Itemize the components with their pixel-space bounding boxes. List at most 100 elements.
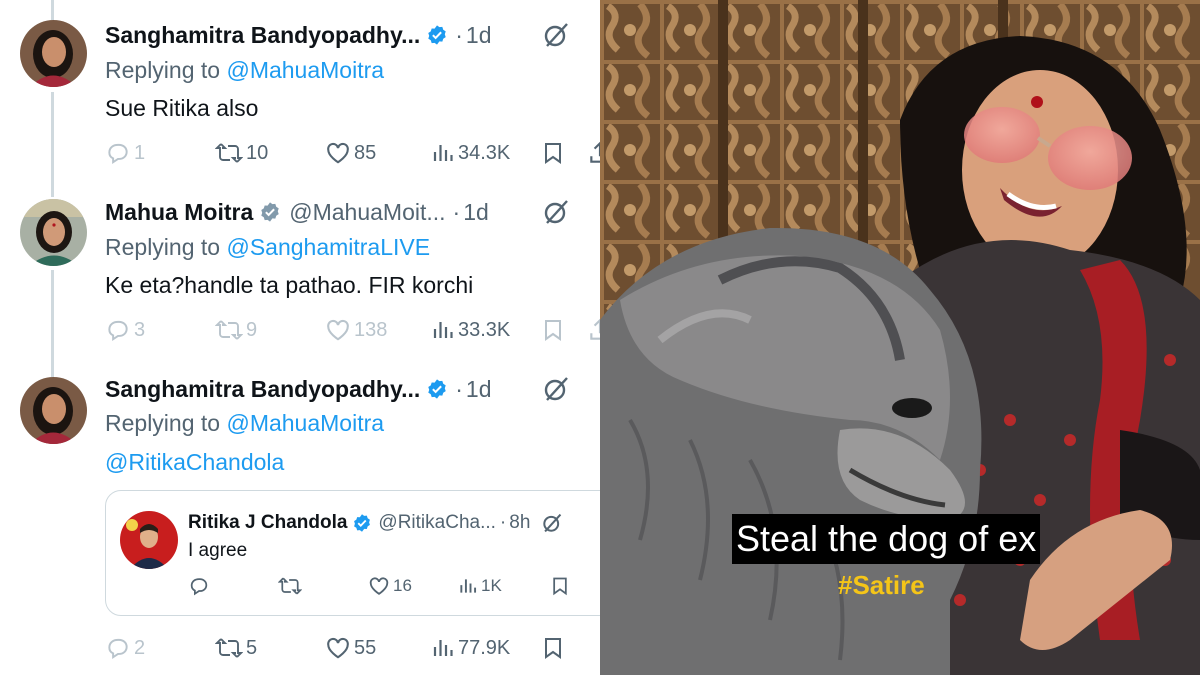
tweet-header: Sanghamitra Bandyopadhy... · 1d [105,374,492,404]
timestamp[interactable]: 1d [466,376,492,403]
repost-button[interactable] [278,573,305,599]
video-caption: Steal the dog of ex [732,514,1041,564]
verified-badge-icon [352,513,372,533]
display-name[interactable]: Mahua Moitra [105,199,253,226]
video-hashtag: #Satire [838,570,925,600]
views-button[interactable]: 77.9K [431,633,510,663]
quoted-tweet-header: Ritika J Chandola @RitikaCha... · 8h [188,511,562,535]
display-name[interactable]: Sanghamitra Bandyopadhy... [105,22,420,49]
like-count: 55 [354,636,377,659]
verified-badge-icon [259,201,281,223]
repost-count: 10 [246,141,269,164]
reply-button[interactable]: 1 [105,138,145,168]
time-separator: · [455,21,463,48]
repost-count: 9 [246,318,258,341]
action-bar: 2 5 55 77.9K [105,633,600,663]
views-icon [433,322,453,338]
bookmark-button[interactable] [541,315,568,345]
view-count: 77.9K [458,636,511,659]
handle[interactable]: @MahuaMoit... [289,199,445,226]
like-count: 16 [393,576,412,595]
repost-button[interactable]: 5 [215,633,257,663]
share-button[interactable] [587,138,600,168]
action-bar: 3 9 138 33.3K [105,315,600,345]
replying-to-mention[interactable]: @MahuaMoitra [226,410,384,436]
tweet-mention-link[interactable]: @RitikaChandola [105,449,284,476]
like-icon [327,142,349,164]
repost-icon [278,577,302,595]
bookmark-button[interactable] [541,633,568,663]
quoted-tweet-text: I agree [188,540,248,561]
thread-connector [51,0,54,20]
repost-button[interactable]: 9 [215,315,257,345]
like-button[interactable]: 138 [325,315,387,345]
views-button[interactable]: 1K [458,573,502,599]
grok-icon[interactable] [543,22,569,48]
reply-icon [108,143,128,165]
view-count: 1K [481,576,502,595]
like-button[interactable]: 85 [325,138,376,168]
quoted-tweet-card[interactable]: Ritika J Chandola @RitikaCha... · 8h I a… [105,490,600,616]
timestamp[interactable]: 1d [463,199,489,226]
like-count: 138 [354,318,388,341]
avatar-image [20,199,87,266]
avatar-image [20,377,87,444]
like-button[interactable]: 55 [325,633,376,663]
timestamp[interactable]: 1d [466,22,492,49]
repost-count: 5 [246,636,258,659]
time-separator: · [455,375,463,402]
repost-button[interactable]: 10 [215,138,268,168]
grok-icon[interactable] [543,199,569,225]
view-count: 34.3K [458,141,511,164]
verified-badge-icon [426,378,448,400]
reply-count: 1 [134,141,146,164]
tweet-header: Mahua Moitra @MahuaMoit... · 1d [105,197,489,227]
like-button[interactable]: 16 [368,573,412,599]
views-icon [460,579,477,593]
reply-icon [108,320,128,342]
avatar[interactable] [120,511,178,569]
like-count: 85 [354,141,377,164]
reply-count: 3 [134,318,146,341]
display-name[interactable]: Sanghamitra Bandyopadhy... [105,376,420,403]
avatar[interactable] [20,20,87,87]
tweet-text: Sue Ritika also [105,95,259,121]
time-separator: · [499,512,507,533]
bookmark-button[interactable] [541,138,568,168]
bookmark-button[interactable] [550,573,573,599]
avatar[interactable] [20,377,87,444]
like-icon [327,319,349,341]
bookmark-icon [545,320,561,341]
grok-icon[interactable] [542,513,562,533]
view-count: 33.3K [458,318,511,341]
avatar-image [120,511,178,569]
display-name[interactable]: Ritika J Chandola [188,512,347,534]
handle[interactable]: @RitikaCha... [378,512,496,534]
tweet-text: Ke eta?handle ta pathao. FIR korchi [105,272,474,298]
tweet[interactable]: Mahua Moitra @MahuaMoit... · 1d Replying… [0,197,600,357]
grok-icon[interactable] [543,376,569,402]
reply-count: 2 [134,636,146,659]
replying-to: Replying to @SanghamitraLIVE [105,234,431,260]
replying-to: Replying to @MahuaMoitra [105,57,385,83]
replying-to-mention[interactable]: @MahuaMoitra [226,57,384,83]
verified-badge-icon [426,24,448,46]
reply-button[interactable]: 2 [105,633,145,663]
bookmark-icon [545,143,561,164]
repost-icon [215,320,243,340]
views-button[interactable]: 34.3K [431,138,510,168]
tweet-header: Sanghamitra Bandyopadhy... · 1d [105,20,492,50]
tweet[interactable]: Sanghamitra Bandyopadhy... · 1d Replying… [0,20,600,180]
share-icon [590,141,600,163]
timestamp[interactable]: 8h [509,512,530,534]
like-icon [327,637,349,659]
share-icon [590,318,600,340]
replying-to-mention[interactable]: @SanghamitraLIVE [226,234,430,260]
reply-button[interactable] [188,573,213,599]
time-separator: · [452,198,461,225]
share-button[interactable] [587,315,600,345]
views-button[interactable]: 33.3K [431,315,510,345]
avatar[interactable] [20,199,87,266]
views-icon [433,145,453,161]
reply-button[interactable]: 3 [105,315,145,345]
